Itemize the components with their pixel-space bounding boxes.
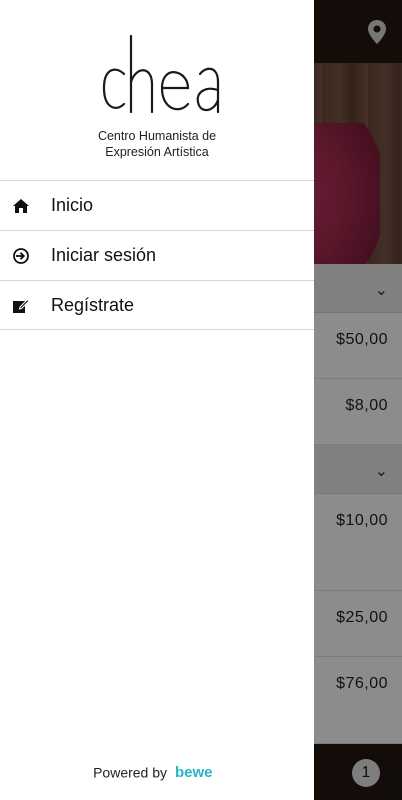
powered-by-label: Powered by <box>93 764 168 781</box>
brand-subtitle: Centro Humanista de Expresión Artística <box>0 128 314 160</box>
brand-logo: Centro Humanista de Expresión Artística <box>0 0 314 181</box>
menu-item-inicio[interactable]: Inicio <box>0 180 314 230</box>
menu-item-label: Iniciar sesión <box>51 245 157 265</box>
brand-subtitle-line: Expresión Artística <box>105 145 209 159</box>
home-icon <box>13 199 29 213</box>
menu-item-label: Regístrate <box>51 295 135 315</box>
chea-wordmark-logo <box>102 34 220 114</box>
bewe-logo-text: bewe <box>175 764 213 780</box>
menu-item-label: Inicio <box>51 195 94 215</box>
menu-item-registrate[interactable]: Regístrate <box>0 280 314 330</box>
login-icon <box>13 248 29 264</box>
navigation-drawer: Centro Humanista de Expresión Artística … <box>0 0 314 800</box>
edit-icon <box>13 298 30 313</box>
menu-item-iniciar-sesion[interactable]: Iniciar sesión <box>0 230 314 280</box>
drawer-menu: Inicio Iniciar sesión Regístrate <box>0 180 314 330</box>
powered-by-footer: Powered by bewe <box>0 763 314 780</box>
brand-subtitle-line: Centro Humanista de <box>97 129 217 143</box>
bewe-logo[interactable]: bewe <box>175 764 221 780</box>
